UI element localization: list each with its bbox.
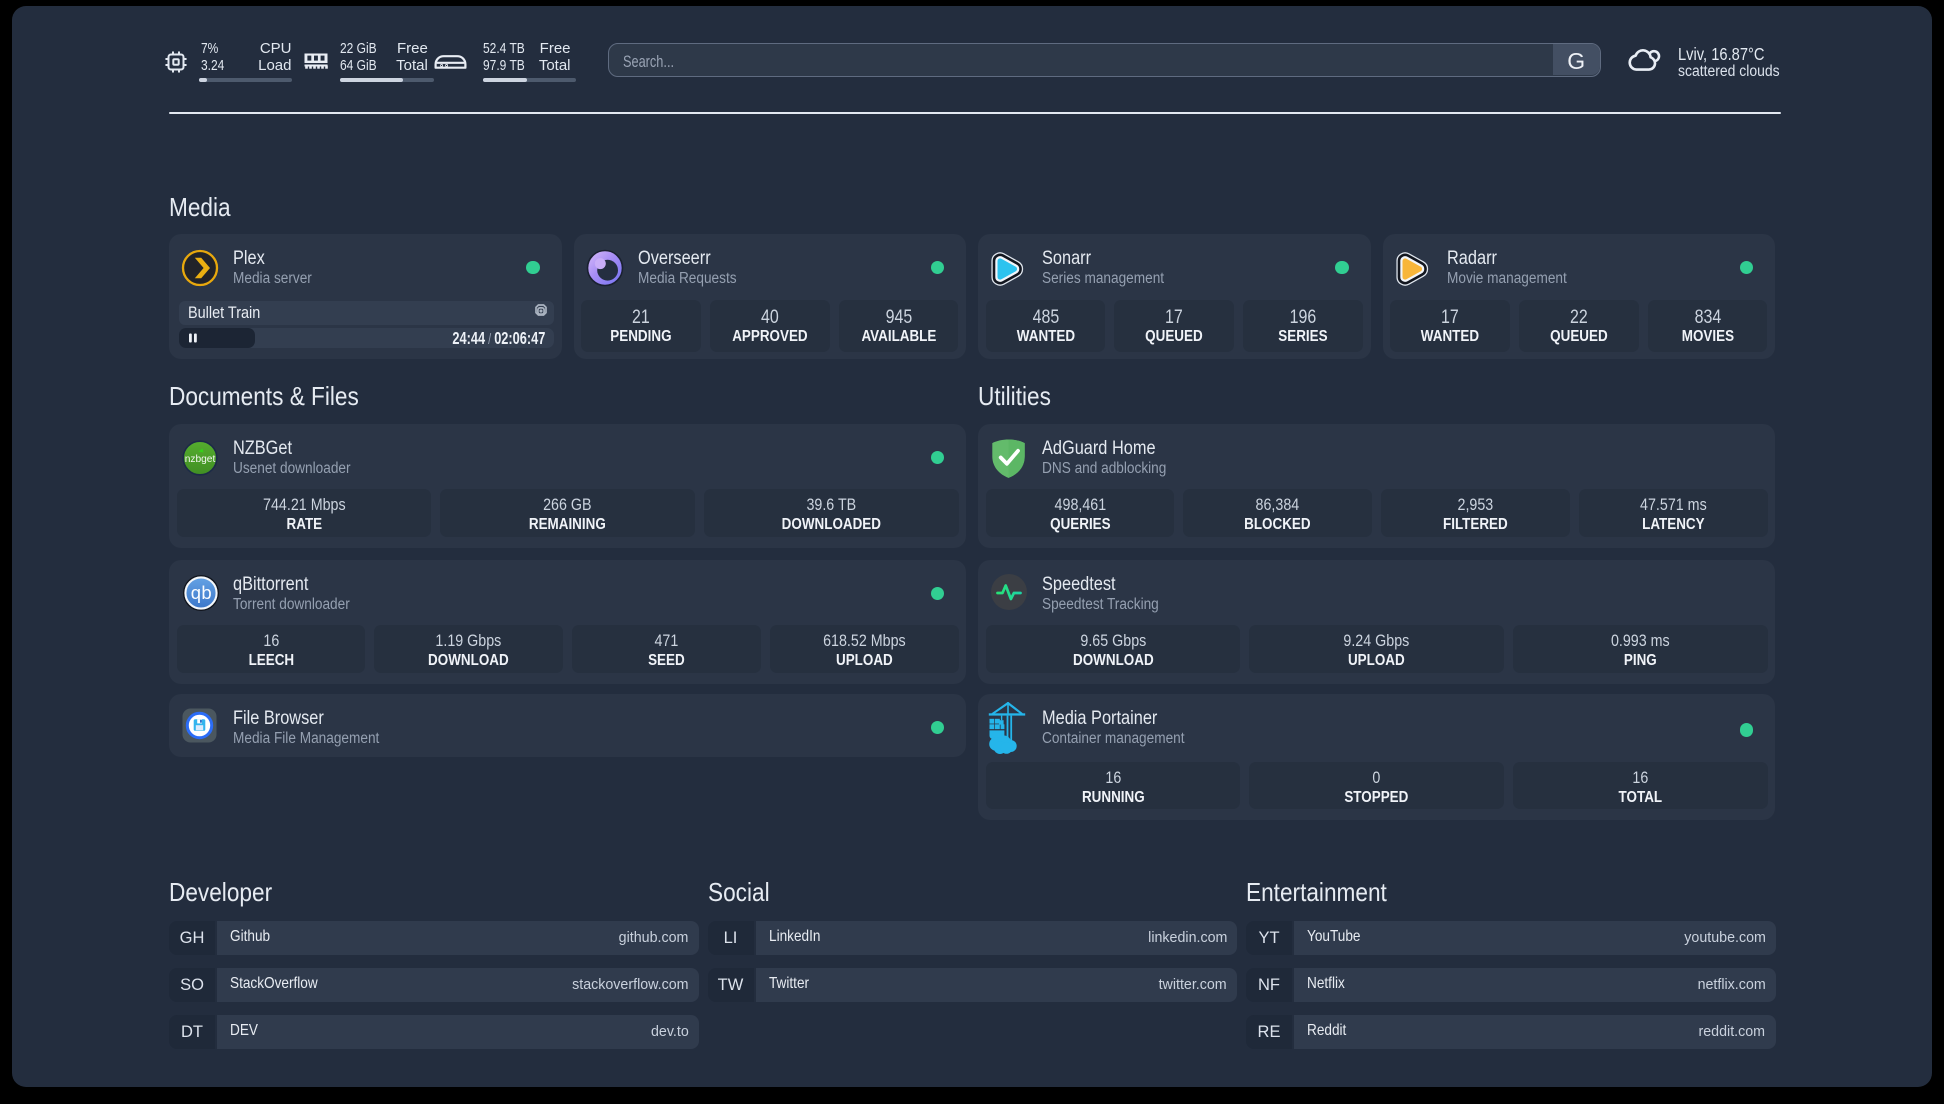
svg-text:nzbget: nzbget (185, 453, 216, 464)
svg-text:qb: qb (191, 582, 212, 603)
